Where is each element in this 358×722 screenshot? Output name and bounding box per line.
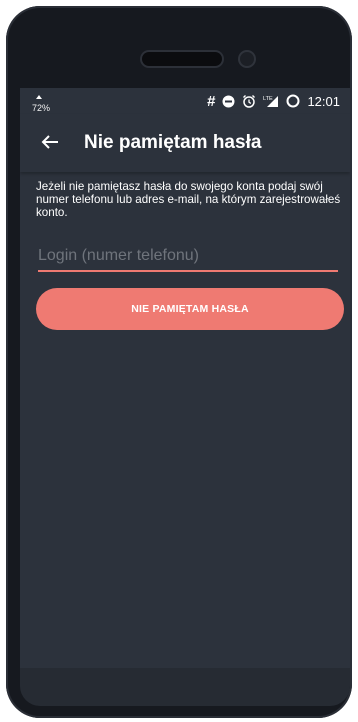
forgot-password-button[interactable]: NIE PAMIĘTAM HASŁA [36,288,344,330]
minus-circle-icon [222,95,235,107]
lte-signal-icon: LTE [263,96,279,107]
status-icons: # LTE 12:01 [207,92,340,110]
front-camera [238,50,256,68]
login-input[interactable] [38,244,338,268]
arrow-left-icon[interactable] [40,127,60,160]
svg-text:LTE: LTE [263,96,273,102]
page-title: Nie pamiętam hasła [84,132,262,153]
speaker-grille [142,52,222,66]
navigation-bar [20,668,350,706]
alarm-icon [243,95,256,108]
hash-icon: # [207,92,216,110]
login-field [38,244,338,272]
app-screen: 72% # LTE 12:01 Nie pamiętam hasła Jeżel… [20,88,350,668]
app-bar: Nie pamiętam hasła [20,114,350,172]
instruction-text: Jeżeli nie pamiętasz hasła do swojego ko… [36,180,341,219]
status-left-text: 72% [32,103,51,113]
status-time: 12:01 [307,93,340,109]
battery-icon [286,94,300,108]
status-indicator: 72% [32,94,50,113]
status-bar: 72% # LTE 12:01 [20,88,350,114]
